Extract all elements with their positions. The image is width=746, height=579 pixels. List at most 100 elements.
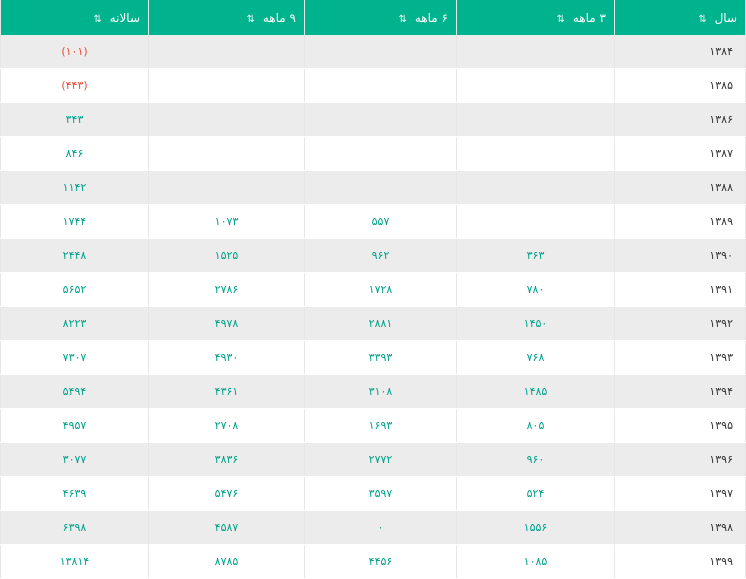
cell-three-month: [456, 68, 615, 103]
cell-year: ۱۳۹۴: [614, 374, 746, 409]
cell-three-month: ۱۵۵۶: [456, 510, 615, 545]
cell-six-month: ۹۶۲: [304, 238, 457, 273]
cell-year: ۱۳۹۵: [614, 408, 746, 443]
cell-three-month: [456, 136, 615, 171]
cell-annual: ۴۹۵۷: [0, 408, 149, 443]
header-annual[interactable]: سالانه ⇅: [0, 0, 149, 35]
cell-year: ۱۳۹۰: [614, 238, 746, 273]
table-row: ۱۱۴۲ ۱۳۸۸: [0, 170, 746, 205]
cell-three-month: [456, 204, 615, 239]
cell-six-month: ۴۴۵۶: [304, 544, 457, 579]
table-row: ۳۴۳ ۱۳۸۶: [0, 102, 746, 137]
cell-six-month: ۱۶۹۳: [304, 408, 457, 443]
cell-six-month: [304, 35, 457, 69]
cell-six-month: ۱۷۲۸: [304, 272, 457, 307]
cell-annual: ۱۳۸۱۴: [0, 544, 149, 579]
table-row: ۲۴۴۸ ۱۵۲۵ ۹۶۲ ۳۶۳ ۱۳۹۰: [0, 238, 746, 273]
header-six-month-label: ۶ ماهه: [414, 10, 448, 25]
cell-three-month: ۷۸۰: [456, 272, 615, 307]
sort-icon[interactable]: ⇅: [557, 14, 565, 25]
cell-nine-month: [148, 102, 305, 137]
cell-year: ۱۳۸۷: [614, 136, 746, 171]
cell-three-month: ۵۲۴: [456, 476, 615, 511]
cell-three-month: ۸۰۵: [456, 408, 615, 443]
cell-six-month: ۳۱۰۸: [304, 374, 457, 409]
cell-six-month: ۳۵۹۷: [304, 476, 457, 511]
cell-annual: ۱۱۴۲: [0, 170, 149, 205]
sort-active-icon[interactable]: ⇅: [698, 14, 706, 25]
cell-annual: ۱۷۴۴: [0, 204, 149, 239]
cell-year: ۱۳۹۱: [614, 272, 746, 307]
cell-annual: ۶۳۹۸: [0, 510, 149, 545]
cell-annual: (۴۴۳): [0, 68, 149, 103]
table-row: ۳۰۷۷ ۳۸۳۶ ۲۷۷۲ ۹۶۰ ۱۳۹۶: [0, 442, 746, 477]
cell-nine-month: [148, 170, 305, 205]
table-row: ۱۷۴۴ ۱۰۷۳ ۵۵۷ ۱۳۸۹: [0, 204, 746, 239]
cell-six-month: [304, 170, 457, 205]
cell-annual: ۸۴۶: [0, 136, 149, 171]
cell-three-month: ۹۶۰: [456, 442, 615, 477]
table-header-row: سالانه ⇅ ۹ ماهه ⇅ ۶ ماهه ⇅ ۳ ماهه ⇅ سال: [0, 0, 746, 35]
cell-three-month: [456, 102, 615, 137]
cell-nine-month: ۱۵۲۵: [148, 238, 305, 273]
cell-nine-month: ۸۷۸۵: [148, 544, 305, 579]
cell-three-month: ۱۴۵۰: [456, 306, 615, 341]
cell-six-month: [304, 102, 457, 137]
cell-six-month: ۰: [304, 510, 457, 545]
sort-icon[interactable]: ⇅: [399, 14, 407, 25]
cell-six-month: ۵۵۷: [304, 204, 457, 239]
cell-year: ۱۳۹۲: [614, 306, 746, 341]
header-three-month[interactable]: ۳ ماهه ⇅: [456, 0, 615, 35]
cell-six-month: [304, 136, 457, 171]
cell-annual: ۸۲۲۳: [0, 306, 149, 341]
cell-year: ۱۳۸۸: [614, 170, 746, 205]
cell-nine-month: ۴۳۶۱: [148, 374, 305, 409]
header-six-month[interactable]: ۶ ماهه ⇅: [304, 0, 457, 35]
header-nine-month[interactable]: ۹ ماهه ⇅: [148, 0, 305, 35]
cell-three-month: ۳۶۳: [456, 238, 615, 273]
table-row: ۶۳۹۸ ۴۵۸۷ ۰ ۱۵۵۶ ۱۳۹۸: [0, 510, 746, 545]
table-row: ۵۶۵۲ ۲۷۸۶ ۱۷۲۸ ۷۸۰ ۱۳۹۱: [0, 272, 746, 307]
cell-annual: ۷۳۰۷: [0, 340, 149, 375]
header-year[interactable]: سال ⇅: [614, 0, 746, 35]
cell-nine-month: [148, 35, 305, 69]
cell-six-month: [304, 68, 457, 103]
cell-annual: ۳۴۳: [0, 102, 149, 137]
cell-annual: ۴۶۳۹: [0, 476, 149, 511]
header-annual-label: سالانه: [109, 10, 140, 25]
cell-year: ۱۳۹۶: [614, 442, 746, 477]
header-three-month-label: ۳ ماهه: [572, 10, 606, 25]
table-row: ۸۴۶ ۱۳۸۷: [0, 136, 746, 171]
cell-nine-month: [148, 68, 305, 103]
table-row: ۴۹۵۷ ۲۷۰۸ ۱۶۹۳ ۸۰۵ ۱۳۹۵: [0, 408, 746, 443]
table-row: (۴۴۳) ۱۳۸۵: [0, 68, 746, 103]
cell-three-month: ۱۴۸۵: [456, 374, 615, 409]
header-nine-month-label: ۹ ماهه: [262, 10, 296, 25]
cell-year: ۱۳۸۵: [614, 68, 746, 103]
table-body: (۱۰۱) ۱۳۸۴ (۴۴۳) ۱۳۸۵ ۳۴۳ ۱۳۸۶ ۸۴۶ ۱۳۸۷ ۱۱۴۲ ۱۳۸۸…: [0, 35, 746, 579]
header-year-label: سال: [714, 10, 737, 25]
cell-three-month: ۷۶۸: [456, 340, 615, 375]
table-row: ۷۳۰۷ ۴۹۳۰ ۳۳۹۳ ۷۶۸ ۱۳۹۳: [0, 340, 746, 375]
table-row: ۵۴۹۴ ۴۳۶۱ ۳۱۰۸ ۱۴۸۵ ۱۳۹۴: [0, 374, 746, 409]
cell-annual: ۵۶۵۲: [0, 272, 149, 307]
cell-six-month: ۳۳۹۳: [304, 340, 457, 375]
cell-annual: ۵۴۹۴: [0, 374, 149, 409]
table-row: ۸۲۲۳ ۴۹۷۸ ۲۸۸۱ ۱۴۵۰ ۱۳۹۲: [0, 306, 746, 341]
cell-nine-month: ۵۴۷۶: [148, 476, 305, 511]
sort-icon[interactable]: ⇅: [93, 14, 101, 25]
cell-year: ۱۳۹۹: [614, 544, 746, 579]
cell-annual: (۱۰۱): [0, 35, 149, 69]
cell-nine-month: [148, 136, 305, 171]
cell-year: ۱۳۹۳: [614, 340, 746, 375]
cell-nine-month: ۴۵۸۷: [148, 510, 305, 545]
cell-three-month: [456, 35, 615, 69]
cell-nine-month: ۲۷۰۸: [148, 408, 305, 443]
cell-nine-month: ۴۹۳۰: [148, 340, 305, 375]
table-row: ۴۶۳۹ ۵۴۷۶ ۳۵۹۷ ۵۲۴ ۱۳۹۷: [0, 476, 746, 511]
cell-year: ۱۳۸۹: [614, 204, 746, 239]
sort-icon[interactable]: ⇅: [247, 14, 255, 25]
cell-nine-month: ۱۰۷۳: [148, 204, 305, 239]
cell-year: ۱۳۹۸: [614, 510, 746, 545]
cell-year: ۱۳۸۴: [614, 35, 746, 69]
